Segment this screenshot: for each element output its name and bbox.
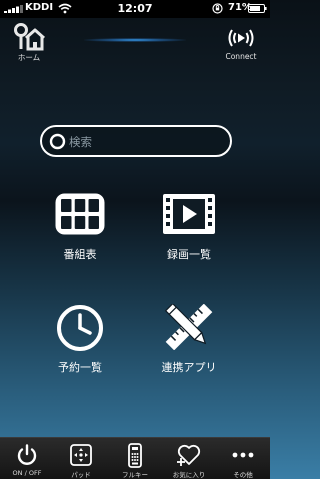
connect-label: Connect bbox=[225, 52, 257, 61]
menu-item-reservations[interactable]: 予約一覧 bbox=[30, 305, 130, 385]
orientation-lock-icon bbox=[212, 3, 223, 14]
remote-icon bbox=[128, 443, 142, 468]
tab-label: ON / OFF bbox=[12, 469, 42, 477]
tab-power[interactable]: ON / OFF bbox=[0, 438, 54, 479]
tab-label: お気に入り bbox=[172, 471, 206, 479]
tab-favorites[interactable]: お気に入り bbox=[162, 438, 216, 479]
menu-item-label: 録画一覧 bbox=[167, 248, 211, 261]
battery-icon bbox=[248, 4, 267, 13]
more-icon bbox=[232, 452, 254, 458]
menu-item-label: 番組表 bbox=[63, 248, 97, 261]
home-icon bbox=[14, 23, 45, 51]
tab-label: パッド bbox=[71, 471, 91, 479]
search-icon bbox=[49, 133, 66, 150]
tab-more[interactable]: その他 bbox=[216, 438, 270, 479]
connection-indicator-glow bbox=[84, 38, 186, 42]
menu-item-linked-apps[interactable]: 連携アプリ bbox=[139, 304, 239, 385]
heart-plus-icon bbox=[177, 444, 201, 466]
tab-full-keys[interactable]: フルキー bbox=[108, 438, 162, 479]
bottom-tab-bar: ON / OFF パッド フルキー お気に入り その他 bbox=[0, 437, 270, 479]
clock-icon bbox=[57, 305, 103, 351]
search-input[interactable]: 検索 bbox=[40, 125, 232, 157]
tab-label: フルキー bbox=[122, 471, 148, 479]
menu-item-label: 連携アプリ bbox=[161, 361, 217, 374]
connect-button[interactable]: Connect bbox=[216, 22, 266, 64]
menu-item-recordings[interactable]: 録画一覧 bbox=[139, 192, 239, 272]
search-placeholder: 検索 bbox=[69, 135, 92, 149]
pencil-ruler-icon bbox=[164, 304, 213, 350]
power-icon bbox=[17, 444, 37, 465]
dpad-icon bbox=[70, 444, 92, 466]
tab-label: その他 bbox=[233, 471, 253, 479]
menu-item-label: 予約一覧 bbox=[58, 361, 102, 374]
broadcast-play-icon bbox=[228, 29, 254, 47]
home-label: ホーム bbox=[17, 53, 41, 62]
menu-item-program-guide[interactable]: 番組表 bbox=[30, 192, 130, 272]
grid-icon bbox=[55, 193, 105, 235]
tab-pad[interactable]: パッド bbox=[54, 438, 108, 479]
home-button[interactable]: ホーム bbox=[4, 22, 54, 64]
film-icon bbox=[163, 194, 215, 234]
status-bar: KDDI 12:07 71% bbox=[0, 0, 270, 18]
